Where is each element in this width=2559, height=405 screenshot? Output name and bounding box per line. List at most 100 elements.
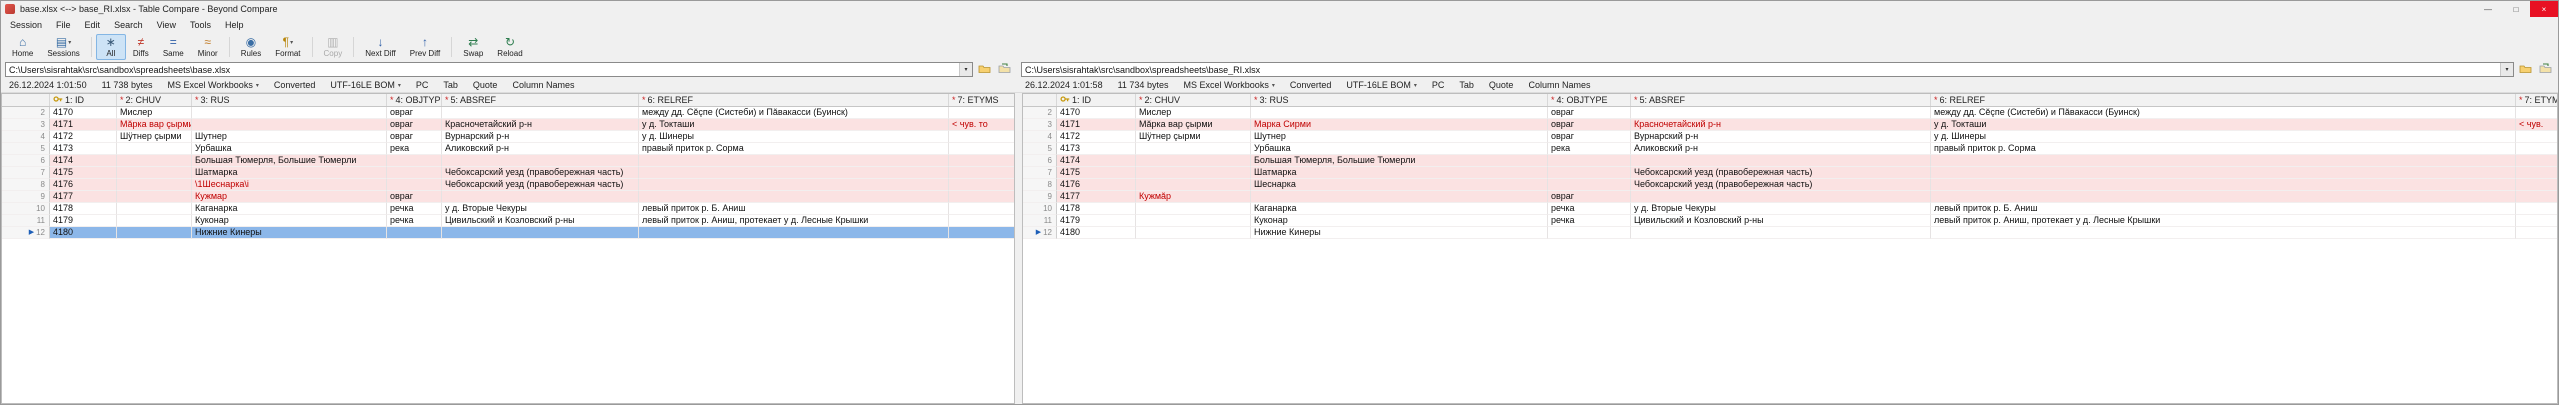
left-column-header-chuv[interactable]: *2: CHUV: [117, 94, 192, 106]
left-cell-etyms-row2[interactable]: [949, 107, 1014, 119]
row-number[interactable]: 5: [2, 143, 50, 155]
row-number[interactable]: 11: [1023, 215, 1057, 227]
right-line-endings[interactable]: PC: [1432, 80, 1445, 90]
left-cell-etyms-row6[interactable]: [949, 155, 1014, 167]
left-cell-id-row7[interactable]: 4175: [50, 167, 117, 179]
left-cell-etyms-row7[interactable]: [949, 167, 1014, 179]
right-cell-objtype-row11[interactable]: речка: [1548, 215, 1631, 227]
right-column-header-chuv[interactable]: *2: CHUV: [1136, 94, 1251, 106]
right-cell-chuv-row3[interactable]: Мăрка вар çырми: [1136, 119, 1251, 131]
right-cell-id-row5[interactable]: 4173: [1057, 143, 1136, 155]
right-cell-absref-row9[interactable]: [1631, 191, 1931, 203]
left-cell-etyms-row11[interactable]: [949, 215, 1014, 227]
left-cell-absref-row12[interactable]: [442, 227, 639, 239]
right-cell-etyms-row10[interactable]: [2516, 203, 2557, 215]
right-cell-absref-row4[interactable]: Вурнарский р-н: [1631, 131, 1931, 143]
right-cell-objtype-row5[interactable]: река: [1548, 143, 1631, 155]
left-cell-chuv-row5[interactable]: [117, 143, 192, 155]
left-cell-objtype-row2[interactable]: овраг: [387, 107, 442, 119]
left-cell-chuv-row10[interactable]: [117, 203, 192, 215]
right-cell-chuv-row5[interactable]: [1136, 143, 1251, 155]
right-cell-relref-row3[interactable]: у д. Токташи: [1931, 119, 2516, 131]
right-cell-relref-row4[interactable]: у д. Шинеры: [1931, 131, 2516, 143]
left-cell-etyms-row9[interactable]: [949, 191, 1014, 203]
right-cell-absref-row6[interactable]: [1631, 155, 1931, 167]
right-cell-id-row8[interactable]: 4176: [1057, 179, 1136, 191]
show-diffs-button[interactable]: ≠Diffs: [126, 34, 156, 60]
left-cell-relref-row2[interactable]: между дд. Сĕçпе (Систеби) и Пăвакасси (Б…: [639, 107, 949, 119]
row-number[interactable]: 3: [2, 119, 50, 131]
right-cell-rus-row11[interactable]: Куконар: [1251, 215, 1548, 227]
left-column-header-id[interactable]: 1: ID: [50, 94, 117, 106]
right-cell-rus-row7[interactable]: Шатмарка: [1251, 167, 1548, 179]
left-cell-objtype-row3[interactable]: овраг: [387, 119, 442, 131]
left-cell-etyms-row12[interactable]: [949, 227, 1014, 239]
right-cell-id-row12[interactable]: 4180: [1057, 227, 1136, 239]
left-cell-relref-row3[interactable]: у д. Токташи: [639, 119, 949, 131]
left-column-header-objtype[interactable]: *4: OBJTYPE: [387, 94, 442, 106]
left-cell-objtype-row7[interactable]: [387, 167, 442, 179]
left-cell-id-row4[interactable]: 4172: [50, 131, 117, 143]
left-cell-objtype-row4[interactable]: овраг: [387, 131, 442, 143]
maximize-button[interactable]: □: [2502, 1, 2530, 17]
left-cell-objtype-row11[interactable]: речка: [387, 215, 442, 227]
left-cell-chuv-row8[interactable]: [117, 179, 192, 191]
left-cell-chuv-row6[interactable]: [117, 155, 192, 167]
right-column-header-absref[interactable]: *5: ABSREF: [1631, 94, 1931, 106]
left-cell-chuv-row3[interactable]: Мăрка вар çырми: [117, 119, 192, 131]
show-same-button[interactable]: =Same: [156, 34, 191, 60]
left-cell-objtype-row9[interactable]: овраг: [387, 191, 442, 203]
right-cell-objtype-row9[interactable]: овраг: [1548, 191, 1631, 203]
right-cell-rus-row2[interactable]: [1251, 107, 1548, 119]
left-cell-relref-row9[interactable]: [639, 191, 949, 203]
left-column-header-absref[interactable]: *5: ABSREF: [442, 94, 639, 106]
menu-help[interactable]: Help: [218, 18, 251, 32]
left-cell-rus-row2[interactable]: [192, 107, 387, 119]
right-browse-folder-button[interactable]: [2517, 62, 2534, 77]
right-cell-chuv-row11[interactable]: [1136, 215, 1251, 227]
menu-view[interactable]: View: [150, 18, 183, 32]
left-cell-absref-row8[interactable]: Чебоксарский уезд (правобережная часть): [442, 179, 639, 191]
swap-button[interactable]: ⇄Swap: [456, 34, 490, 60]
right-cell-rus-row3[interactable]: Марка Сирми: [1251, 119, 1548, 131]
right-cell-absref-row12[interactable]: [1631, 227, 1931, 239]
close-button[interactable]: ×: [2530, 1, 2558, 17]
right-cell-relref-row12[interactable]: [1931, 227, 2516, 239]
left-cell-objtype-row6[interactable]: [387, 155, 442, 167]
left-column-names[interactable]: Column Names: [512, 80, 574, 90]
right-cell-rus-row12[interactable]: Нижние Кинеры: [1251, 227, 1548, 239]
next-diff-button[interactable]: ↓Next Diff: [358, 34, 403, 60]
prev-diff-button[interactable]: ↑Prev Diff: [403, 34, 448, 60]
row-number[interactable]: 8: [2, 179, 50, 191]
right-cell-rus-row6[interactable]: Большая Тюмерля, Большие Тюмерли: [1251, 155, 1548, 167]
left-delimiter[interactable]: Tab: [443, 80, 458, 90]
home-button[interactable]: ⌂Home: [5, 34, 40, 60]
menu-edit[interactable]: Edit: [78, 18, 108, 32]
right-cell-relref-row8[interactable]: [1931, 179, 2516, 191]
menu-search[interactable]: Search: [107, 18, 150, 32]
right-cell-objtype-row12[interactable]: [1548, 227, 1631, 239]
menu-session[interactable]: Session: [3, 18, 49, 32]
left-cell-relref-row7[interactable]: [639, 167, 949, 179]
row-number[interactable]: 8: [1023, 179, 1057, 191]
row-number[interactable]: 7: [1023, 167, 1057, 179]
row-number[interactable]: 6: [1023, 155, 1057, 167]
right-file-format-dropdown[interactable]: MS Excel Workbooks▾: [1183, 80, 1274, 90]
row-number[interactable]: 2: [2, 107, 50, 119]
left-cell-relref-row12[interactable]: [639, 227, 949, 239]
left-quoting[interactable]: Quote: [473, 80, 498, 90]
right-cell-chuv-row6[interactable]: [1136, 155, 1251, 167]
right-cell-objtype-row4[interactable]: овраг: [1548, 131, 1631, 143]
right-cell-absref-row7[interactable]: Чебоксарский уезд (правобережная часть): [1631, 167, 1931, 179]
row-number[interactable]: 3: [1023, 119, 1057, 131]
left-cell-id-row12[interactable]: 4180: [50, 227, 117, 239]
left-cell-absref-row4[interactable]: Вурнарский р-н: [442, 131, 639, 143]
minimize-button[interactable]: —: [2474, 1, 2502, 17]
right-path-dropdown-arrow-icon[interactable]: ▾: [2500, 63, 2513, 76]
right-cell-id-row10[interactable]: 4178: [1057, 203, 1136, 215]
left-cell-etyms-row4[interactable]: [949, 131, 1014, 143]
row-number[interactable]: ▶12: [2, 227, 50, 239]
left-cell-etyms-row5[interactable]: [949, 143, 1014, 155]
right-cell-chuv-row2[interactable]: Мислер: [1136, 107, 1251, 119]
right-cell-relref-row2[interactable]: между дд. Сĕçпе (Систеби) и Пăвакасси (Б…: [1931, 107, 2516, 119]
